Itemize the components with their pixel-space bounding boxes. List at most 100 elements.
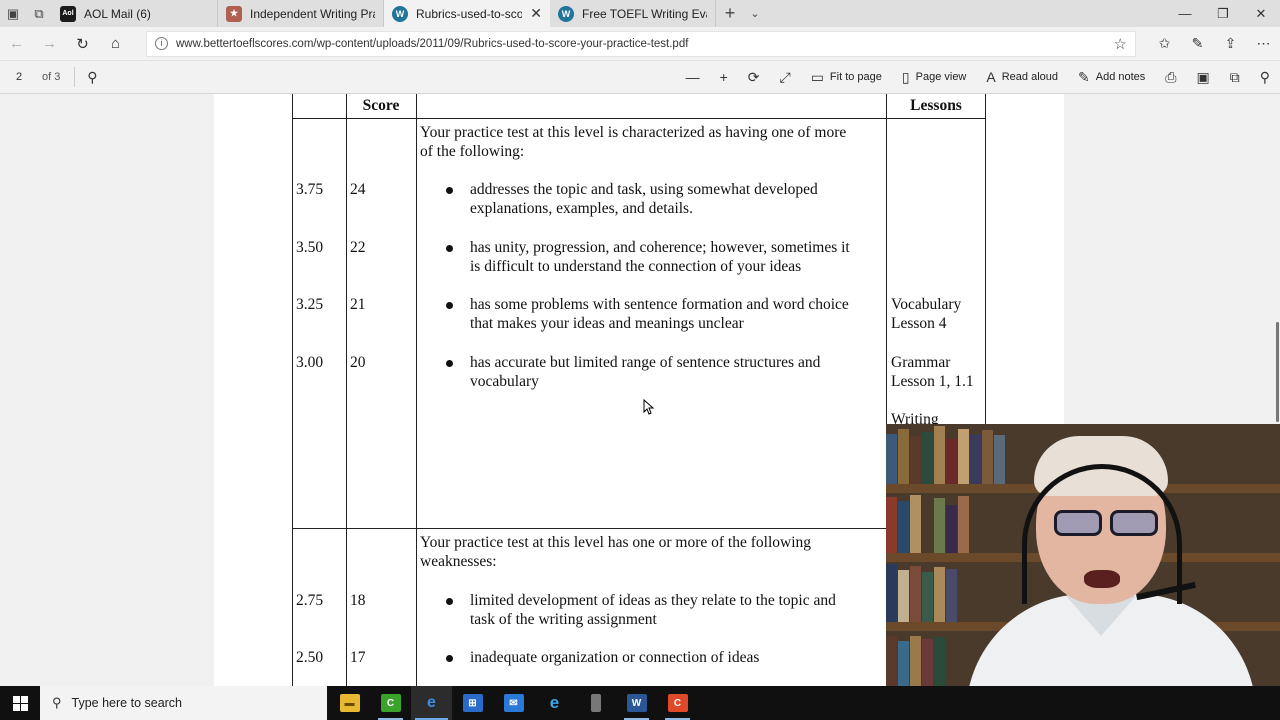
aol-favicon-icon: Aol: [60, 5, 76, 22]
criterion-text: inadequate organization or connection of…: [470, 649, 760, 666]
bullet-icon: [446, 360, 453, 367]
recorder-taskbar-icon[interactable]: [575, 686, 616, 720]
camtasia-taskbar-icon[interactable]: C: [370, 686, 411, 720]
tab-aol-mail[interactable]: Aol AOL Mail (6): [52, 0, 218, 27]
criterion-text: that makes your ideas and meanings uncle…: [470, 315, 744, 332]
minimize-icon[interactable]: —: [1166, 0, 1204, 27]
navigation-bar: ← → ↻ ⌂ i www.bettertoeflscores.com/wp-c…: [0, 27, 1280, 60]
table-border: [292, 118, 986, 119]
tab-independent-writing[interactable]: ★ Independent Writing Practic: [218, 0, 384, 27]
favorite-star-icon[interactable]: ☆: [1114, 35, 1127, 53]
bullet-icon: [446, 302, 453, 309]
internet-explorer-taskbar-icon[interactable]: e: [534, 686, 575, 720]
criterion-text: is difficult to understand the connectio…: [470, 258, 802, 275]
pen-icon: ✎: [1078, 68, 1090, 85]
new-tab-button[interactable]: +: [716, 3, 744, 24]
search-icon[interactable]: ⚲: [75, 69, 109, 86]
fit-page-icon: ▭: [810, 68, 824, 85]
forward-arrow-icon[interactable]: →: [33, 27, 66, 60]
camtasia-recorder-taskbar-icon[interactable]: C: [657, 686, 698, 720]
bookshelf: [886, 493, 970, 553]
page-total: of 3: [42, 71, 61, 83]
pen-icon[interactable]: ✎: [1181, 35, 1214, 52]
add-notes-button[interactable]: ✎ Add notes: [1068, 60, 1155, 94]
file-explorer-taskbar-icon[interactable]: ▬: [329, 686, 370, 720]
info-icon[interactable]: i: [155, 37, 168, 50]
pin-toolbar-button[interactable]: ⚲: [1250, 60, 1280, 94]
rubric-table: Score Lessons Your practice test at this…: [292, 94, 986, 686]
lesson-text: Grammar: [891, 354, 951, 371]
url-text[interactable]: www.bettertoeflscores.com/wp-content/upl…: [176, 38, 1106, 50]
edge-taskbar-icon[interactable]: e: [411, 686, 452, 720]
table-border: [985, 94, 986, 424]
expand-icon: ⤢: [779, 68, 791, 85]
tab-rubrics[interactable]: W Rubrics-used-to-score-y ✕: [384, 0, 550, 27]
webcam-video-overlay: [886, 424, 1280, 686]
save-button[interactable]: ▣: [1187, 60, 1220, 94]
tab-title: Independent Writing Practic: [250, 6, 375, 21]
tab-free-toefl[interactable]: W Free TOEFL Writing Evaluati: [550, 0, 716, 27]
rotate-button[interactable]: ⟳: [738, 60, 770, 94]
mail-taskbar-icon[interactable]: ✉: [493, 686, 534, 720]
criterion-text: limited development of ideas as they rel…: [470, 592, 836, 609]
tab-preview-icon[interactable]: ▣: [0, 0, 26, 27]
taskbar-search-input[interactable]: ⚲ Type here to search: [40, 686, 327, 720]
more-menu-icon[interactable]: ⋯: [1247, 35, 1280, 52]
page-number-input[interactable]: 2: [8, 67, 30, 87]
score-value: 17: [350, 649, 366, 666]
section-intro: weaknesses:: [420, 553, 497, 570]
print-button[interactable]: ⎙: [1155, 60, 1186, 94]
bullet-icon: [446, 598, 453, 605]
fit-to-page-button[interactable]: ▭ Fit to page: [801, 60, 892, 94]
save-as-button[interactable]: ⧉: [1220, 60, 1250, 94]
restore-icon[interactable]: ❐: [1204, 0, 1242, 27]
close-tab-icon[interactable]: ✕: [530, 5, 542, 22]
tabs-aside-icon[interactable]: ⧉: [26, 0, 52, 27]
home-icon[interactable]: ⌂: [99, 27, 132, 60]
read-aloud-icon: A: [986, 69, 996, 85]
tab-strip: ▣ ⧉ Aol AOL Mail (6) ★ Independent Writi…: [0, 0, 1280, 27]
bullet-icon: [446, 187, 453, 194]
share-icon[interactable]: ⇪: [1214, 35, 1247, 52]
pdf-toolbar: 2 of 3 ⚲ — + ⟳ ⤢ ▭ Fit to page ▯ Page view…: [0, 60, 1280, 94]
criterion-text: has some problems with sentence formatio…: [470, 296, 849, 313]
plus-icon: +: [719, 69, 728, 85]
minus-icon: —: [685, 69, 700, 85]
bookshelf: [886, 424, 1006, 484]
criterion-text: task of the writing assignment: [470, 611, 657, 628]
fullscreen-button[interactable]: ⤢: [769, 60, 800, 94]
search-placeholder: Type here to search: [71, 696, 183, 710]
favorites-icon[interactable]: ✩: [1148, 35, 1181, 52]
close-window-icon[interactable]: ✕: [1242, 0, 1280, 27]
store-taskbar-icon[interactable]: ⊞: [452, 686, 493, 720]
read-aloud-label: Read aloud: [1001, 71, 1059, 83]
scrollbar-thumb[interactable]: [1276, 322, 1279, 422]
score-value: 22: [350, 239, 366, 256]
table-border: [346, 94, 347, 686]
wordpress-favicon-icon: W: [392, 5, 408, 22]
address-bar[interactable]: i www.bettertoeflscores.com/wp-content/u…: [146, 30, 1136, 57]
level-value: 2.50: [296, 649, 324, 666]
back-arrow-icon[interactable]: ←: [0, 27, 33, 60]
read-aloud-button[interactable]: A Read aloud: [976, 60, 1068, 94]
windows-taskbar: ⚲ Type here to search ▬ C e ⊞ ✉ e W C: [0, 686, 1280, 720]
tab-title: Free TOEFL Writing Evaluati: [582, 6, 707, 21]
lesson-text: Lesson 4: [891, 315, 947, 332]
chevron-down-icon[interactable]: ⌄: [744, 7, 766, 20]
lessons-header: Lessons: [910, 97, 962, 114]
word-taskbar-icon[interactable]: W: [616, 686, 657, 720]
score-value: 21: [350, 296, 366, 313]
criterion-text: vocabulary: [470, 373, 539, 390]
zoom-in-button[interactable]: +: [710, 60, 738, 94]
start-button[interactable]: [0, 686, 40, 720]
zoom-out-button[interactable]: —: [676, 60, 710, 94]
page-view-button[interactable]: ▯ Page view: [892, 60, 976, 94]
table-border: [292, 528, 886, 529]
pin-icon: ⚲: [1259, 68, 1270, 85]
level-value: 3.50: [296, 239, 324, 256]
table-border: [416, 94, 417, 686]
search-icon: ⚲: [52, 695, 62, 710]
fit-to-page-label: Fit to page: [829, 71, 882, 83]
refresh-icon[interactable]: ↻: [66, 27, 99, 60]
mouse-cursor-icon: [643, 399, 655, 415]
